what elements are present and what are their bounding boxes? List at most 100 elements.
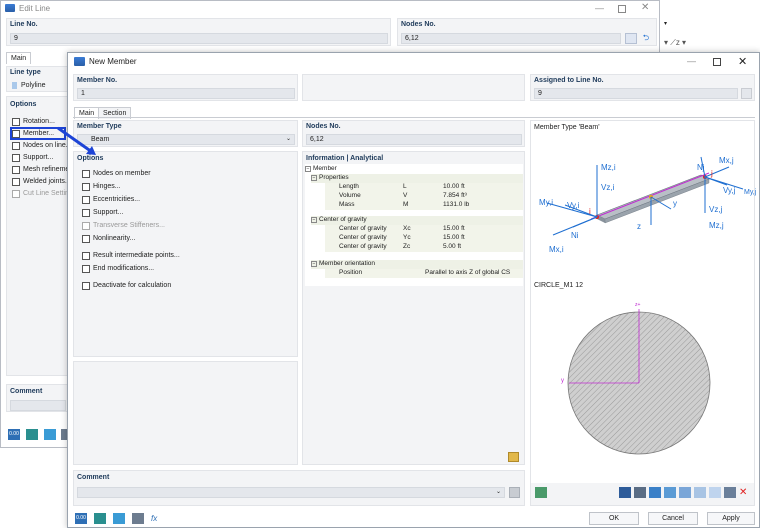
tree-properties-row[interactable]: − Properties xyxy=(311,174,523,183)
checkbox[interactable] xyxy=(12,166,20,174)
checkbox[interactable] xyxy=(12,154,20,162)
nodes-no-field[interactable]: 6,12 xyxy=(401,33,621,44)
background-app-toolbar: ▾ ▾ ⟋z ▾ xyxy=(662,0,760,60)
dropdown-arrow-icon[interactable]: ▾ xyxy=(664,20,667,27)
assigned-label: Assigned to Line No. xyxy=(534,77,604,84)
minimize-button[interactable]: — xyxy=(595,3,604,13)
reset-view-icon[interactable]: ✕ xyxy=(739,487,751,498)
tree-orient-row[interactable]: − Member orientation xyxy=(311,260,523,269)
preview-panel: Member Type 'Beam' Mx,j Nj Vy,j My,j Vz,… xyxy=(530,120,757,506)
member-nodes-field[interactable]: 6,12 xyxy=(306,134,522,145)
checkbox[interactable] xyxy=(82,209,90,217)
tree-cog-row[interactable]: − Center of gravity xyxy=(311,216,523,225)
dimension-icon[interactable]: ▾ ⟋z ▾ xyxy=(664,38,686,48)
line-type-label: Line type xyxy=(10,69,41,76)
stress-points-icon[interactable] xyxy=(664,487,676,498)
tree-cog-value-row: Center of gravity Zc 5.00 ft xyxy=(325,243,523,252)
minimize-button[interactable]: — xyxy=(687,56,696,66)
checkbox[interactable] xyxy=(82,170,90,178)
checkbox[interactable] xyxy=(82,282,90,290)
member-name-group xyxy=(302,74,525,101)
tool-icon[interactable] xyxy=(132,513,144,524)
member-no-field[interactable]: 1 xyxy=(77,88,295,99)
section-info-icon[interactable] xyxy=(694,487,706,498)
chevron-down-icon: ⌄ xyxy=(285,136,291,142)
member-nodes-group: Nodes No. 6,12 xyxy=(302,120,525,147)
assigned-field[interactable]: 9 xyxy=(534,88,738,99)
function-icon[interactable]: fx xyxy=(151,513,163,524)
checkbox[interactable] xyxy=(82,183,90,191)
axis-vyi: Vy,i xyxy=(567,201,580,210)
collapse-icon[interactable]: − xyxy=(305,166,311,172)
checkbox[interactable] xyxy=(12,178,20,186)
close-button[interactable]: ✕ xyxy=(641,2,649,13)
grid-icon[interactable] xyxy=(709,487,721,498)
pick-nodes-icon[interactable] xyxy=(625,33,637,44)
pick-line-icon[interactable] xyxy=(741,88,752,99)
axis-vzi: Vz,i xyxy=(601,183,615,192)
checkbox[interactable] xyxy=(82,252,90,260)
checkbox[interactable] xyxy=(82,235,90,243)
member-comment-label: Comment xyxy=(77,474,110,481)
member-type-select[interactable]: Beam ⌄ xyxy=(77,134,295,145)
comment-library-icon[interactable] xyxy=(509,487,520,498)
units-icon[interactable]: 0.00 xyxy=(8,429,20,440)
tree-member-row[interactable]: − Member xyxy=(305,165,523,174)
view-options-icon[interactable] xyxy=(535,487,547,498)
axis-nj: Nj xyxy=(697,163,705,172)
filter-icon[interactable] xyxy=(44,429,56,440)
tree-cog-value-row: Center of gravity Yc 15.00 ft xyxy=(325,234,523,243)
apply-button[interactable]: Apply xyxy=(707,512,755,525)
line-type-value[interactable]: Polyline xyxy=(21,82,46,89)
axis-mzj: Mz,j xyxy=(709,221,724,230)
edit-line-options-label: Options xyxy=(10,101,37,108)
reverse-icon[interactable]: ⮌ xyxy=(640,33,652,44)
tab-underline xyxy=(73,117,755,118)
info-group: Information | Analytical − Member − Proper… xyxy=(302,151,525,465)
member-type-diagram xyxy=(546,156,744,236)
table-icon[interactable] xyxy=(94,513,106,524)
units-icon[interactable]: 0.00 xyxy=(75,513,87,524)
collapse-icon[interactable]: − xyxy=(311,217,317,223)
tree-prop-row: Length L 10.00 ft xyxy=(325,183,523,192)
axis-myj: My,j xyxy=(744,189,757,196)
axis-mxi: Mx,i xyxy=(549,245,564,254)
tree-cog-value-row: Center of gravity Xc 15.00 ft xyxy=(325,225,523,234)
preview-toolbar: ✕ xyxy=(531,483,754,505)
section-view-icon[interactable] xyxy=(619,487,631,498)
info-export-icon[interactable] xyxy=(508,452,519,462)
preview-title: Member Type 'Beam' xyxy=(534,124,600,131)
checkbox[interactable] xyxy=(12,142,20,150)
member-type-group: Member Type Beam ⌄ xyxy=(73,120,298,147)
collapse-icon[interactable]: − xyxy=(311,175,317,181)
local-y-label: y xyxy=(673,199,677,208)
local-z-label: z xyxy=(637,222,641,231)
checkbox[interactable] xyxy=(82,196,90,204)
collapse-icon[interactable]: − xyxy=(311,261,317,267)
maximize-button[interactable] xyxy=(618,5,626,13)
checkbox[interactable] xyxy=(82,265,90,273)
table-icon[interactable] xyxy=(724,487,736,498)
line-type-group: Line type Polyline xyxy=(6,66,68,92)
section-axis-icon[interactable] xyxy=(679,487,691,498)
cancel-button[interactable]: Cancel xyxy=(648,512,698,525)
edit-line-tab-main[interactable]: Main xyxy=(6,52,32,64)
axis-mxj: Mx,j xyxy=(719,156,734,165)
print-icon[interactable] xyxy=(634,487,646,498)
filter-icon[interactable] xyxy=(113,513,125,524)
member-no-group: Member No. 1 xyxy=(73,74,298,101)
checkbox[interactable] xyxy=(12,118,20,126)
axis-vzj: Vz,j xyxy=(709,205,723,214)
maximize-button[interactable] xyxy=(713,58,721,66)
ok-button[interactable]: OK xyxy=(589,512,639,525)
chevron-down-icon[interactable]: ⌄ xyxy=(496,488,501,495)
dimension-icon[interactable] xyxy=(649,487,661,498)
member-comment-field[interactable]: ⌄ xyxy=(77,487,505,498)
new-member-footer: 0.00 fx OK Cancel Apply xyxy=(68,511,759,527)
edit-line-comment-field[interactable] xyxy=(10,400,66,411)
close-button[interactable]: ✕ xyxy=(738,55,747,68)
edit-line-toolbar: 0.00 xyxy=(1,427,67,443)
section-preview xyxy=(567,309,711,455)
line-no-field[interactable]: 9 xyxy=(10,33,388,44)
table-icon[interactable] xyxy=(26,429,38,440)
